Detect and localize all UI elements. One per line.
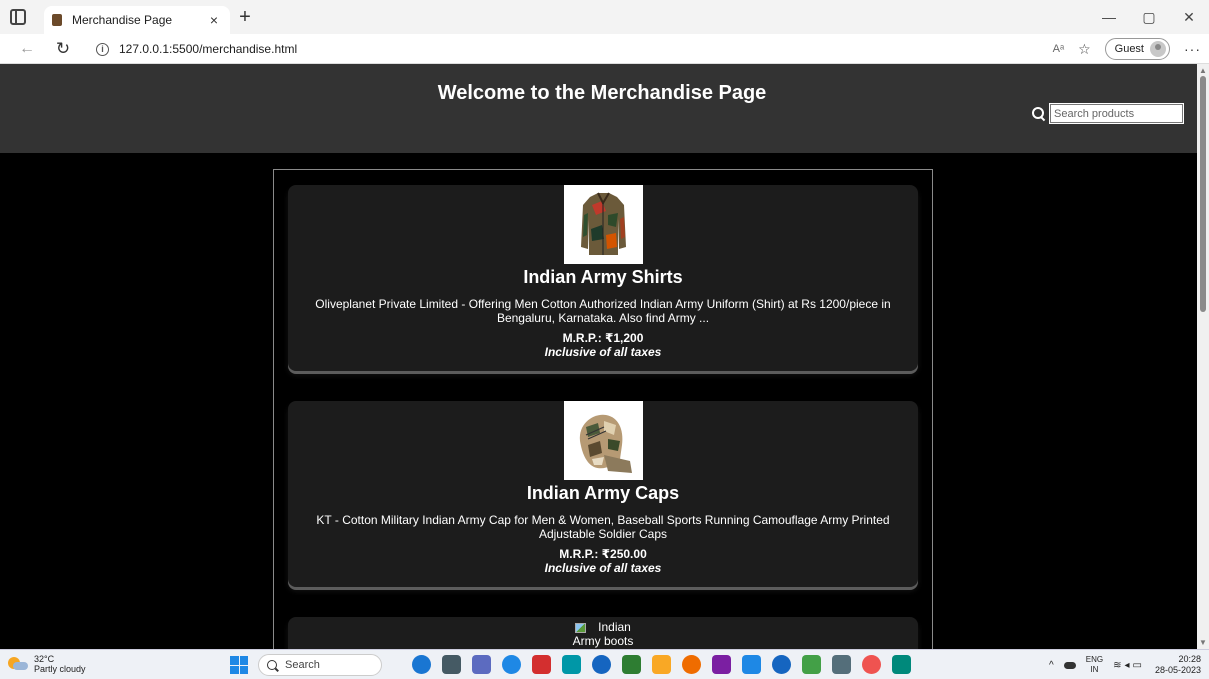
clock-date: 28-05-2023 (1154, 665, 1201, 675)
image-alt-text-2: Army boots (572, 634, 634, 648)
taskbar-search-label: Search (285, 659, 320, 671)
clock[interactable]: 20:28 28-05-2023 (1155, 654, 1201, 676)
search-input[interactable] (1049, 103, 1184, 124)
favorites-icon[interactable]: ☆ (1078, 41, 1091, 58)
system-tray: ^ ENG IN ≋◂▭ 20:28 28-05-2023 (1049, 653, 1201, 677)
taskbar-app-icon[interactable] (862, 655, 881, 674)
url-text[interactable]: 127.0.0.1:5500/merchandise.html (119, 42, 297, 56)
image-alt-text-1: Indian (598, 620, 631, 634)
product-title: Indian Army Caps (526, 483, 680, 503)
back-arrow-icon[interactable]: ← (16, 38, 38, 60)
product-search (1032, 103, 1184, 124)
chevron-up-icon[interactable]: ^ (1049, 660, 1054, 671)
onedrive-icon[interactable] (1063, 661, 1076, 669)
site-header: Welcome to the Merchandise Page (0, 64, 1197, 153)
scroll-thumb[interactable] (1200, 76, 1206, 312)
product-list: Indian Army Shirts Oliveplanet Private L… (273, 169, 933, 649)
taskbar-app-icon[interactable] (682, 655, 701, 674)
clock-time: 20:28 (1178, 654, 1201, 664)
read-aloud-icon[interactable]: Aᵃ (1053, 43, 1064, 55)
region-code: IN (1090, 665, 1099, 674)
taskbar-app-icon[interactable] (442, 655, 461, 674)
taskbar-app-icon[interactable] (802, 655, 821, 674)
site-info-icon[interactable]: i (96, 42, 109, 56)
language-indicator[interactable]: ENG IN (1086, 655, 1103, 675)
taskbar-app-icon[interactable] (652, 655, 671, 674)
new-tab-button[interactable]: + (234, 7, 256, 27)
broken-image-boots: Indian Army boots (288, 617, 918, 648)
product-price: M.R.P.: ₹1,200 (562, 331, 644, 345)
url-field[interactable]: i 127.0.0.1:5500/merchandise.html (88, 38, 1088, 60)
maximize-button[interactable]: ▢ (1129, 0, 1169, 34)
search-icon (1032, 106, 1046, 121)
search-icon (267, 660, 277, 670)
product-card: Indian Army Caps KT - Cotton Military In… (288, 401, 918, 587)
taskbar-app-icon[interactable] (712, 655, 731, 674)
taskbar-search[interactable]: Search (258, 654, 382, 676)
close-tab-icon[interactable]: × (206, 12, 222, 28)
taskbar-app-icon[interactable] (622, 655, 641, 674)
network-sound-battery-icons[interactable]: ≋◂▭ (1113, 660, 1145, 671)
page-scrollbar[interactable]: ▲ ▼ (1197, 64, 1209, 649)
close-window-button[interactable]: ✕ (1169, 0, 1209, 34)
product-tax-note: Inclusive of all taxes (544, 561, 662, 575)
product-description: KT - Cotton Military Indian Army Cap for… (316, 513, 890, 541)
tab-merchandise[interactable]: Merchandise Page × (44, 6, 230, 34)
tab-title: Merchandise Page (72, 13, 173, 27)
address-bar: ← ↻ i 127.0.0.1:5500/merchandise.html Aᵃ… (0, 34, 1209, 64)
more-menu-icon[interactable]: ··· (1184, 41, 1201, 57)
taskbar-app-icon[interactable] (502, 655, 521, 674)
page-title: Welcome to the Merchandise Page (437, 82, 767, 104)
windows-taskbar: 32°C Partly cloudy Search ^ ENG IN ≋◂▭ 2… (0, 649, 1209, 679)
taskbar-app-icon[interactable] (412, 655, 431, 674)
product-title: Indian Army Shirts (523, 267, 683, 287)
avatar-icon (1150, 41, 1166, 57)
weather-temp: 32°C (34, 654, 55, 664)
product-image-cap (563, 401, 643, 480)
broken-image-icon (575, 622, 587, 633)
page-viewport: Welcome to the Merchandise Page Search p… (0, 64, 1197, 649)
minimize-button[interactable]: — (1089, 0, 1129, 34)
taskbar-apps (412, 655, 911, 674)
windows-start-icon[interactable] (230, 656, 248, 674)
browser-tab-bar: Merchandise Page × + — ▢ ✕ (0, 0, 1209, 34)
partly-cloudy-icon (8, 657, 28, 671)
product-tax-note: Inclusive of all taxes (544, 345, 662, 359)
address-bar-actions: Aᵃ ☆ Guest ··· (1053, 38, 1201, 60)
taskbar-app-icon[interactable] (532, 655, 551, 674)
window-controls: — ▢ ✕ (1089, 0, 1209, 34)
weather-text: 32°C Partly cloudy (34, 654, 86, 674)
refresh-icon[interactable]: ↻ (52, 38, 74, 60)
taskbar-app-icon[interactable] (832, 655, 851, 674)
product-price: M.R.P.: ₹250.00 (559, 547, 647, 561)
taskbar-app-icon[interactable] (592, 655, 611, 674)
taskbar-app-icon[interactable] (472, 655, 491, 674)
profile-button[interactable]: Guest (1104, 38, 1170, 60)
taskbar-app-icon[interactable] (892, 655, 911, 674)
product-image-shirt (563, 185, 643, 264)
scroll-up-icon[interactable]: ▲ (1199, 66, 1207, 75)
taskbar-app-icon[interactable] (772, 655, 791, 674)
weather-desc: Partly cloudy (34, 664, 86, 674)
product-card: Indian Army Shirts Oliveplanet Private L… (288, 185, 918, 371)
tab-actions-icon[interactable] (10, 9, 26, 25)
product-card: Indian Army boots (288, 617, 918, 649)
taskbar-app-icon[interactable] (562, 655, 581, 674)
favicon-icon (52, 14, 62, 26)
language-code: ENG (1085, 655, 1104, 664)
scroll-down-icon[interactable]: ▼ (1199, 638, 1207, 647)
profile-label: Guest (1114, 43, 1144, 55)
weather-widget[interactable]: 32°C Partly cloudy (8, 654, 86, 674)
product-description: Oliveplanet Private Limited - Offering M… (315, 297, 891, 325)
taskbar-app-icon[interactable] (742, 655, 761, 674)
